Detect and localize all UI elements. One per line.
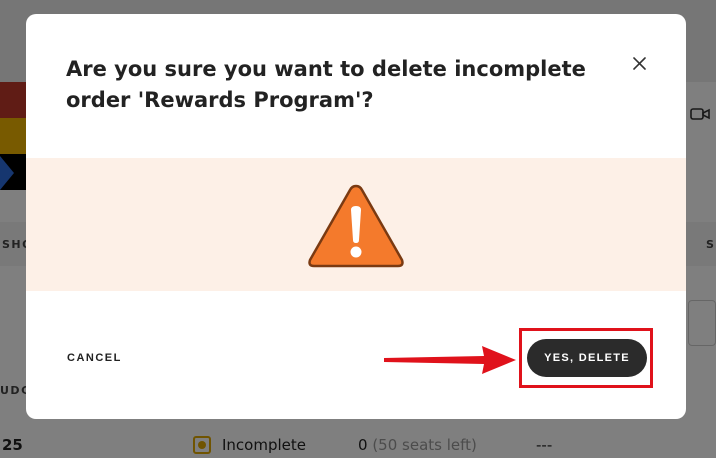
yes-delete-button[interactable]: YES, DELETE bbox=[527, 339, 647, 377]
warning-icon bbox=[308, 184, 404, 268]
close-button[interactable] bbox=[628, 52, 650, 74]
close-icon bbox=[632, 56, 646, 70]
modal-title: Are you sure you want to delete incomple… bbox=[66, 57, 586, 112]
red-arrow-annotation bbox=[384, 346, 516, 374]
delete-confirmation-modal: Are you sure you want to delete incomple… bbox=[26, 14, 686, 419]
cancel-button[interactable]: CANCEL bbox=[67, 352, 122, 364]
warning-banner bbox=[26, 158, 686, 291]
